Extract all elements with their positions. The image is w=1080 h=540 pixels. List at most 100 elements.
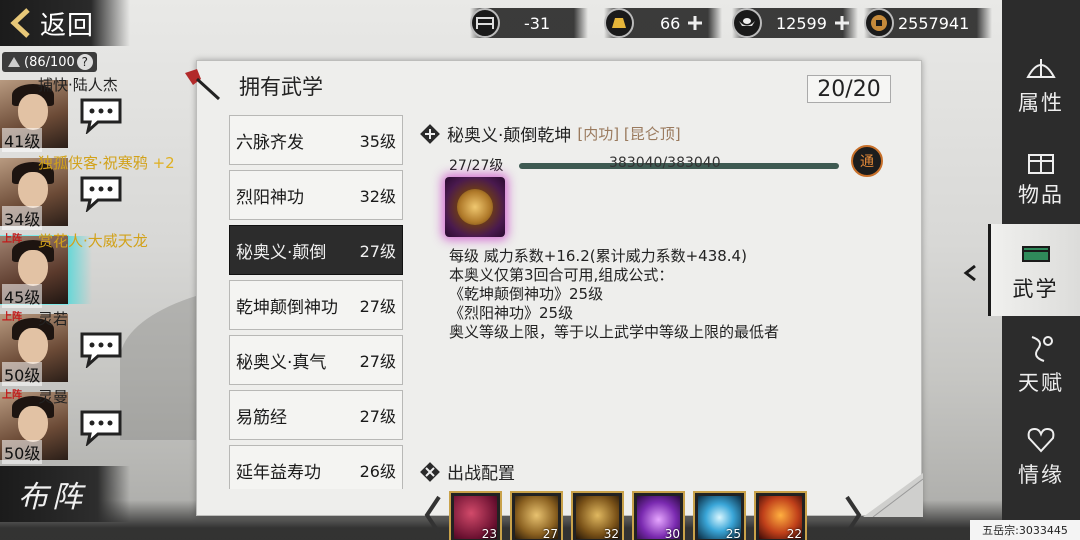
slot-level: 25 (725, 527, 741, 540)
hero-card[interactable]: 捕快·陆人杰 41级 (0, 74, 122, 152)
skill-item-level: 27级 (359, 407, 396, 426)
martial-arts-panel: 拥有武学 20/20 六脉齐发 35级 烈阳神功 32级 秘奥义·颠倒 27级 乾坤颠… (185, 60, 923, 540)
add-gold-icon[interactable] (686, 14, 704, 32)
tab-label: 情缘 (1018, 463, 1064, 487)
skill-item-level: 35级 (359, 132, 396, 151)
hero-name: 赏花人·大威天龙 (38, 232, 148, 250)
hero-name: 捕快·陆人杰 (38, 76, 118, 94)
battle-skill-slot[interactable]: 27 (510, 491, 563, 540)
skill-list-item[interactable]: 六脉齐发 35级 (229, 115, 403, 165)
tab-label: 属性 (1018, 91, 1064, 115)
tab-talent[interactable]: 天赋 (1002, 318, 1080, 410)
hero-card[interactable]: 上阵 灵若 50级 (0, 308, 122, 386)
tab-label: 天赋 (1018, 371, 1064, 395)
battle-skill-slot[interactable]: 32 (571, 491, 624, 540)
hero-level: 50级 (2, 440, 43, 464)
back-button[interactable]: 返回 (0, 0, 130, 46)
roster-capacity: (86/100 ? (2, 52, 97, 72)
talent-icon (1031, 336, 1053, 362)
skill-name: 秘奥义·颠倒乾坤 (447, 126, 572, 146)
right-nav: 属性 物品 武学 天赋 情缘 (963, 0, 1080, 520)
slot-level: 22 (786, 527, 802, 540)
skill-list-item[interactable]: 延年益寿功 26级 (229, 445, 403, 489)
book-icon (1021, 246, 1050, 262)
desc-line: 《乾坤颠倒神功》25级 (449, 285, 604, 303)
onfield-badge: 上阵 (2, 234, 22, 245)
formation-label: 布阵 (18, 480, 86, 515)
skill-count: 20/20 (807, 75, 891, 103)
tab-affection[interactable]: 情缘 (1002, 410, 1080, 502)
currency-value: 66 (660, 13, 681, 33)
hero-name: 独孤侠客·祝寒鸦 +2 (38, 154, 175, 172)
currency-value: -31 (524, 13, 551, 33)
battle-config-header: 出战配置 (419, 459, 515, 484)
tab-attributes[interactable]: 属性 (1002, 38, 1080, 130)
skill-icon (445, 177, 505, 237)
currency-gold: 66 (604, 8, 722, 38)
skill-item-level: 26级 (359, 462, 396, 481)
silver-ingot-icon (732, 8, 762, 38)
hero-level: 34级 (2, 206, 43, 230)
tab-label: 武学 (1012, 277, 1059, 301)
battle-skill-slot[interactable]: 30 (632, 491, 685, 540)
hero-extra: +2 (152, 154, 175, 172)
slot-level: 30 (664, 527, 680, 540)
onfield-badge: 上阵 (2, 312, 22, 323)
skill-description: 每级 威力系数+16.2(累计威力系数+438.4) 本奥义仅第3回合可用,组成… (449, 247, 779, 342)
onfield-badge: 上阵 (2, 390, 22, 401)
hero-card[interactable]: 独孤侠客·祝寒鸦 +2 34级 (0, 152, 175, 230)
skill-list-item[interactable]: 乾坤颠倒神功 27级 (229, 280, 403, 330)
tab-martial-arts[interactable]: 武学 (963, 224, 1080, 316)
chat-bubble-icon[interactable] (78, 330, 124, 368)
next-arrow-icon[interactable] (841, 493, 865, 537)
chat-bubble-icon[interactable] (78, 174, 124, 212)
slot-level: 27 (542, 527, 558, 540)
skill-list-item[interactable]: 秘奥义·真气 27级 (229, 335, 403, 385)
skill-item-level: 27级 (359, 242, 396, 261)
bed-icon (470, 8, 500, 38)
add-silver-icon[interactable] (833, 14, 851, 32)
currency-bed: -31 (470, 8, 588, 38)
panel-title: 拥有武学 (239, 75, 323, 99)
skill-item-name: 六脉齐发 (236, 132, 304, 153)
hero-level: 50级 (2, 362, 43, 386)
skill-list-item[interactable]: 烈阳神功 32级 (229, 170, 403, 220)
chat-bubble-icon[interactable] (78, 96, 124, 134)
battle-skill-slot[interactable]: 23 (449, 491, 502, 540)
skill-item-name: 乾坤颠倒神功 (236, 297, 338, 318)
hero-name: 灵曼 (38, 388, 69, 406)
battle-skill-slot[interactable]: 22 (754, 491, 807, 540)
slot-level: 32 (603, 527, 619, 540)
hero-card-selected[interactable]: 上阵 赏花人·大威天龙 45级 (0, 230, 148, 308)
page-corner (863, 473, 923, 517)
gift-box-icon (1028, 154, 1054, 174)
help-icon[interactable]: ? (76, 54, 93, 70)
skill-tags: [内功] [昆仑顶] (577, 125, 681, 143)
skill-item-name: 易筋经 (236, 407, 287, 428)
battle-skill-slot[interactable]: 25 (693, 491, 746, 540)
desc-line: 《烈阳神功》25级 (449, 304, 574, 322)
server-id: 五岳宗:3033445 (970, 520, 1080, 540)
roster-capacity-text: (86/100 (24, 54, 75, 70)
skill-item-name: 烈阳神功 (236, 187, 304, 208)
skill-list-item[interactable]: 易筋经 27级 (229, 390, 403, 440)
currency-copper: 2557941 (864, 8, 992, 38)
master-badge-button[interactable]: 通 (851, 145, 883, 177)
chevron-left-icon (963, 264, 976, 282)
hero-card[interactable]: 上阵 灵曼 50级 (0, 386, 122, 464)
skill-list-item-selected[interactable]: 秘奥义·颠倒 27级 (229, 225, 403, 275)
skill-list[interactable]: 六脉齐发 35级 烈阳神功 32级 秘奥义·颠倒 27级 乾坤颠倒神功 27级 秘奥义·… (229, 115, 407, 489)
gold-bar-icon (604, 8, 634, 38)
chat-bubble-icon[interactable] (78, 408, 124, 446)
desc-line: 本奥义仅第3回合可用,组成公式： (449, 266, 674, 284)
tab-items[interactable]: 物品 (1002, 130, 1080, 222)
skill-item-level: 32级 (359, 187, 396, 206)
skill-level: 27/27级 (449, 158, 504, 174)
formation-button[interactable]: 布阵 (0, 466, 130, 522)
exp-text: 383040/383040 (609, 155, 721, 171)
skill-item-level: 27级 (359, 352, 396, 371)
prev-arrow-icon[interactable] (421, 493, 445, 537)
skill-item-name: 延年益寿功 (236, 462, 321, 483)
hero-level: 41级 (2, 128, 43, 152)
currency-value: 2557941 (898, 13, 970, 33)
